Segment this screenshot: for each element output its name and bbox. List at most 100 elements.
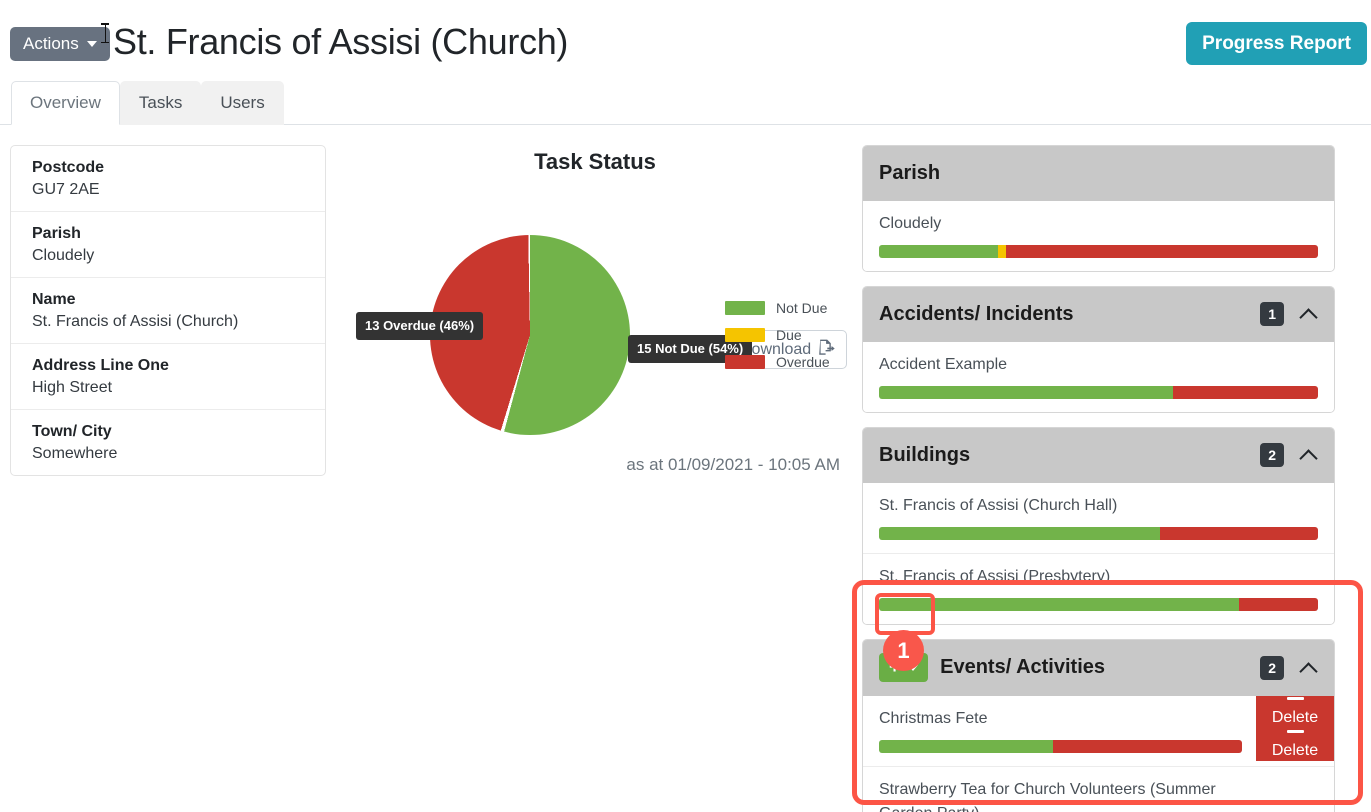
section-body-parish: Cloudely xyxy=(863,201,1334,271)
item-label: St. Francis of Assisi (Presbytery) xyxy=(879,565,1318,589)
tab-overview[interactable]: Overview xyxy=(11,81,120,125)
info-value: St. Francis of Assisi (Church) xyxy=(32,313,304,331)
annotation-step-badge: 1 xyxy=(883,630,924,671)
bar-segment-not-due xyxy=(879,386,1173,399)
minus-icon xyxy=(1287,697,1304,700)
bar-segment-due xyxy=(998,245,1007,258)
bar-segment-not-due xyxy=(879,598,1239,611)
item-label: Accident Example xyxy=(879,353,1318,377)
info-row-address-line-one: Address Line One High Street xyxy=(11,344,325,410)
bar-segment-overdue xyxy=(1239,598,1318,611)
bar-segment-overdue xyxy=(1053,740,1242,753)
list-item[interactable]: St. Francis of Assisi (Church Hall) xyxy=(863,483,1334,554)
section-count-badge: 2 xyxy=(1260,656,1284,680)
list-item[interactable]: Strawberry Tea for Church Volunteers (Su… xyxy=(863,767,1334,812)
legend-item-not-due: Not Due xyxy=(725,300,830,316)
bar-segment-overdue xyxy=(1160,527,1318,540)
section-header-buildings[interactable]: Buildings 2 xyxy=(863,428,1334,483)
list-item[interactable]: St. Francis of Assisi (Presbytery) xyxy=(863,554,1334,624)
bar-segment-overdue xyxy=(1006,245,1318,258)
legend-item-due: Due xyxy=(725,327,830,343)
section-title: Accidents/ Incidents xyxy=(879,303,1260,326)
chevron-up-icon[interactable] xyxy=(1302,448,1316,462)
chart-timestamp: as at 01/09/2021 - 10:05 AM xyxy=(340,455,840,475)
delete-button-label: Delete xyxy=(1272,709,1318,727)
section-title: Parish xyxy=(879,162,1318,185)
progress-report-button[interactable]: Progress Report xyxy=(1186,22,1367,65)
legend-item-overdue: Overdue xyxy=(725,354,830,370)
item-label: Strawberry Tea for Church Volunteers (Su… xyxy=(879,778,1242,812)
chart-legend: Not Due Due Overdue xyxy=(725,300,830,381)
legend-swatch-not-due xyxy=(725,301,765,315)
section-header-events-activities[interactable]: + Events/ Activities 2 xyxy=(863,640,1334,696)
delete-button-label: Delete xyxy=(1272,742,1318,760)
tab-tasks[interactable]: Tasks xyxy=(120,81,201,125)
minus-icon xyxy=(1287,730,1304,733)
item-label: St. Francis of Assisi (Church Hall) xyxy=(879,494,1318,518)
info-value: High Street xyxy=(32,379,304,397)
info-row-name: Name St. Francis of Assisi (Church) xyxy=(11,278,325,344)
progress-bar xyxy=(879,527,1318,540)
info-label: Postcode xyxy=(32,159,304,177)
chevron-up-icon[interactable] xyxy=(1302,661,1316,675)
progress-bar xyxy=(879,386,1318,399)
info-value: Somewhere xyxy=(32,445,304,463)
section-title: Events/ Activities xyxy=(940,656,1260,679)
item-label: Christmas Fete xyxy=(879,707,1242,731)
section-count-badge: 2 xyxy=(1260,443,1284,467)
legend-swatch-due xyxy=(725,328,765,342)
page-title: St. Francis of Assisi (Church) xyxy=(113,21,568,63)
section-header-accidents-incidents[interactable]: Accidents/ Incidents 1 xyxy=(863,287,1334,342)
section-body-events-activities: Christmas Fete Strawberry Tea for Church… xyxy=(863,696,1334,812)
bar-segment-not-due xyxy=(879,245,998,258)
info-value: Cloudely xyxy=(32,247,304,265)
info-label: Parish xyxy=(32,225,304,243)
legend-label: Due xyxy=(776,327,802,343)
bar-segment-not-due xyxy=(879,527,1160,540)
chart-title: Task Status xyxy=(340,149,850,175)
text-cursor-icon xyxy=(101,23,109,43)
info-label: Address Line One xyxy=(32,357,304,375)
list-item[interactable]: Accident Example xyxy=(863,342,1334,412)
page-root: Actions St. Francis of Assisi (Church) P… xyxy=(0,0,1371,812)
chevron-up-icon[interactable] xyxy=(1302,307,1316,321)
section-buildings: Buildings 2 St. Francis of Assisi (Churc… xyxy=(862,427,1335,625)
actions-button-label: Actions xyxy=(23,35,79,52)
actions-button[interactable]: Actions xyxy=(10,27,110,61)
section-count-badge: 1 xyxy=(1260,302,1284,326)
section-accidents-incidents: Accidents/ Incidents 1 Accident Example xyxy=(862,286,1335,413)
section-events-activities: + Events/ Activities 2 Christmas Fete St… xyxy=(862,639,1335,812)
section-body-accidents-incidents: Accident Example xyxy=(863,342,1334,412)
pie-tooltip-overdue: 13 Overdue (46%) xyxy=(356,312,483,340)
progress-bar xyxy=(879,740,1242,753)
page-header: Actions St. Francis of Assisi (Church) P… xyxy=(0,0,1371,80)
section-title: Buildings xyxy=(879,444,1260,467)
legend-swatch-overdue xyxy=(725,355,765,369)
delete-button-column: Delete Delete xyxy=(1256,696,1334,761)
legend-label: Not Due xyxy=(776,300,827,316)
tab-users[interactable]: Users xyxy=(201,81,283,125)
tab-bar: Overview Tasks Users xyxy=(0,83,1371,125)
details-card: Postcode GU7 2AE Parish Cloudely Name St… xyxy=(10,145,326,476)
info-label: Town/ City xyxy=(32,423,304,441)
info-row-postcode: Postcode GU7 2AE xyxy=(11,146,325,212)
chevron-down-icon xyxy=(87,41,97,47)
info-label: Name xyxy=(32,291,304,309)
entity-sections: Parish Cloudely Accidents/ Incidents 1 xyxy=(862,145,1335,812)
task-status-chart-panel: Task Status Download 13 Overdue (46%) 15… xyxy=(340,145,850,495)
legend-label: Overdue xyxy=(776,354,830,370)
section-header-parish[interactable]: Parish xyxy=(863,146,1334,201)
list-item[interactable]: Cloudely xyxy=(863,201,1334,271)
progress-bar xyxy=(879,245,1318,258)
delete-button[interactable]: Delete xyxy=(1256,729,1334,761)
info-row-parish: Parish Cloudely xyxy=(11,212,325,278)
info-row-town-city: Town/ City Somewhere xyxy=(11,410,325,475)
section-parish: Parish Cloudely xyxy=(862,145,1335,272)
section-body-buildings: St. Francis of Assisi (Church Hall) St. … xyxy=(863,483,1334,624)
item-label: Cloudely xyxy=(879,212,1318,236)
delete-button[interactable]: Delete xyxy=(1256,696,1334,729)
bar-segment-not-due xyxy=(879,740,1053,753)
progress-bar xyxy=(879,598,1318,611)
info-value: GU7 2AE xyxy=(32,181,304,199)
bar-segment-overdue xyxy=(1173,386,1318,399)
